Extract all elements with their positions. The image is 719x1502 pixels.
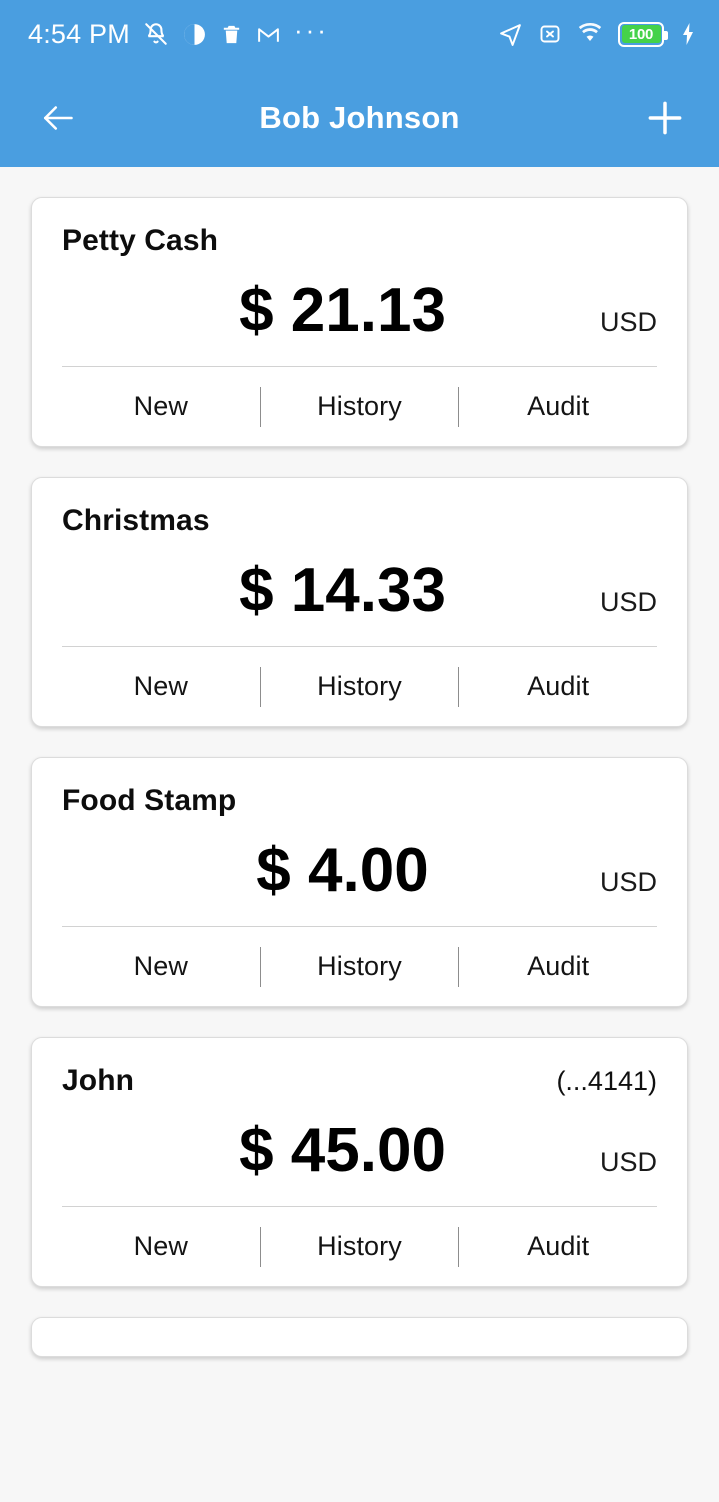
account-card-header: John (...4141): [62, 1064, 657, 1098]
no-sim-icon: [538, 22, 562, 46]
account-currency: USD: [599, 587, 657, 617]
battery-icon: 100: [618, 21, 668, 47]
account-card-header: Food Stamp: [62, 784, 657, 818]
account-actions: New History Audit: [62, 367, 657, 446]
account-actions: New History Audit: [62, 1207, 657, 1286]
account-card-partial[interactable]: [31, 1317, 688, 1357]
audit-button[interactable]: Audit: [459, 391, 657, 422]
location-arrow-icon: [498, 22, 523, 47]
history-button[interactable]: History: [261, 391, 459, 422]
account-balance-row: $ 21.13 USD: [62, 258, 657, 366]
gmail-icon: [256, 22, 281, 47]
account-balance: $ 45.00: [239, 1116, 446, 1185]
account-balance: $ 4.00: [256, 836, 429, 905]
app-bar: Bob Johnson: [0, 68, 719, 167]
account-currency: USD: [599, 867, 657, 897]
history-button[interactable]: History: [261, 671, 459, 702]
history-button[interactable]: History: [261, 951, 459, 982]
account-name: Food Stamp: [62, 784, 237, 817]
account-card-header: Petty Cash: [62, 224, 657, 258]
audit-button[interactable]: Audit: [459, 1231, 657, 1262]
more-dots-icon: ···: [293, 15, 329, 45]
account-card[interactable]: Food Stamp $ 4.00 USD New History Audit: [31, 757, 688, 1007]
trash-icon: [220, 23, 243, 46]
account-actions: New History Audit: [62, 927, 657, 1006]
status-bar-right: 100: [498, 21, 697, 47]
account-balance-row: $ 14.33 USD: [62, 538, 657, 646]
new-button[interactable]: New: [62, 1231, 260, 1262]
account-actions: New History Audit: [62, 647, 657, 726]
status-bar-left: 4:54 PM ···: [28, 15, 329, 50]
account-name: Petty Cash: [62, 224, 219, 257]
account-card-header: Christmas: [62, 504, 657, 538]
account-card[interactable]: Petty Cash $ 21.13 USD New History Audit: [31, 197, 688, 447]
battery-level: 100: [628, 25, 654, 43]
account-currency: USD: [599, 1147, 657, 1177]
account-balance-row: $ 4.00 USD: [62, 818, 657, 926]
page-title: Bob Johnson: [259, 99, 460, 135]
new-button[interactable]: New: [62, 391, 260, 422]
account-balance: $ 21.13: [239, 276, 446, 345]
account-number: (...4141): [556, 1066, 657, 1096]
account-currency: USD: [599, 307, 657, 337]
account-card[interactable]: Christmas $ 14.33 USD New History Audit: [31, 477, 688, 727]
account-name: Christmas: [62, 504, 210, 537]
new-button[interactable]: New: [62, 671, 260, 702]
account-balance: $ 14.33: [239, 556, 446, 625]
audit-button[interactable]: Audit: [459, 951, 657, 982]
wifi-icon: [577, 21, 603, 47]
bell-mute-icon: [143, 21, 169, 47]
charging-bolt-icon: [679, 22, 697, 46]
history-button[interactable]: History: [261, 1231, 459, 1262]
account-balance-row: $ 45.00 USD: [62, 1098, 657, 1206]
new-button[interactable]: New: [62, 951, 260, 982]
account-card[interactable]: John (...4141) $ 45.00 USD New History A…: [31, 1037, 688, 1287]
account-name: John: [62, 1064, 135, 1097]
add-account-button[interactable]: [637, 90, 693, 146]
back-button[interactable]: [30, 90, 86, 146]
half-circle-icon: [182, 22, 207, 47]
account-list[interactable]: Petty Cash $ 21.13 USD New History Audit…: [0, 167, 719, 1502]
audit-button[interactable]: Audit: [459, 671, 657, 702]
status-clock: 4:54 PM: [28, 18, 130, 49]
status-bar: 4:54 PM ··· 100: [0, 0, 719, 68]
